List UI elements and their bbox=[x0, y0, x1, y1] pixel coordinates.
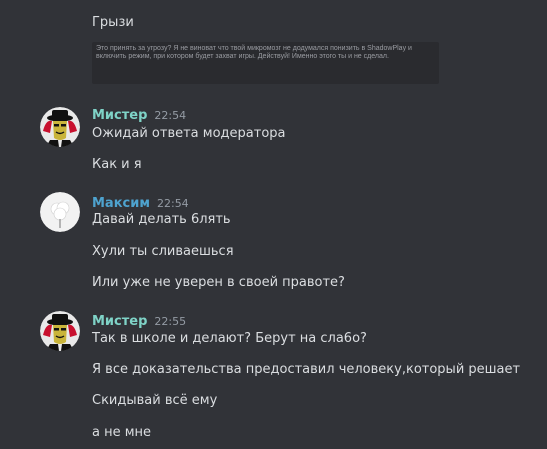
message-text: Так в школе и делают? Берут на сла6о? bbox=[92, 331, 367, 346]
message-text: Я все доказательства предоставил человек… bbox=[92, 362, 521, 377]
username[interactable]: Мистер bbox=[92, 314, 147, 330]
mister-avatar-icon bbox=[40, 311, 80, 351]
mister-avatar-icon bbox=[40, 107, 80, 147]
username[interactable]: Мистер bbox=[92, 108, 147, 124]
maksim-avatar-icon bbox=[40, 192, 80, 232]
message-text: Как и я bbox=[92, 157, 142, 172]
message-text: Грызи bbox=[92, 15, 134, 30]
message-text: Ожидай ответа модератора bbox=[92, 126, 286, 141]
username[interactable]: Максим bbox=[92, 196, 150, 212]
message-text: Или уже не уверен в своей правоте? bbox=[92, 275, 345, 290]
avatar[interactable] bbox=[40, 311, 80, 351]
timestamp: 22:54 bbox=[156, 197, 189, 210]
message-text: Скидывай всё ему bbox=[92, 393, 218, 408]
message-text: а не мне bbox=[92, 425, 152, 440]
chat-message-list: Грызи Это принять за угрозу? Я не винова… bbox=[0, 0, 547, 449]
timestamp: 22:54 bbox=[154, 109, 187, 122]
avatar[interactable] bbox=[40, 107, 80, 147]
message-text: Давай делать 6лять bbox=[92, 212, 231, 227]
screenshot-attachment[interactable]: Это принять за угрозу? Я не виноват что … bbox=[92, 42, 439, 84]
timestamp: 22:55 bbox=[154, 315, 187, 328]
message-text: Хули ты сливаешься bbox=[92, 244, 234, 259]
avatar[interactable] bbox=[40, 192, 80, 232]
